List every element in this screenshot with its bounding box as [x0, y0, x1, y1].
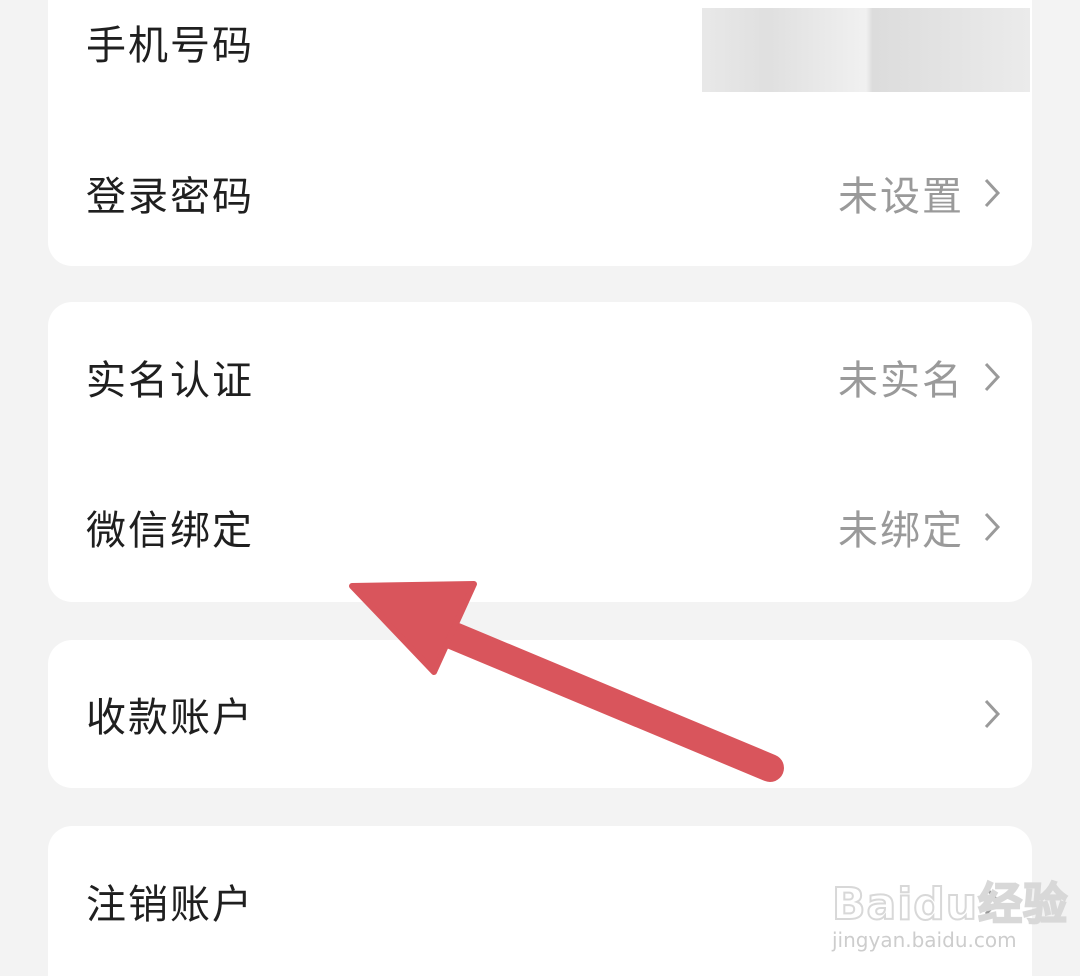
row-label: 登录密码	[86, 174, 254, 220]
row-real-name-verification[interactable]: 实名认证 未实名	[48, 302, 1032, 452]
row-login-password[interactable]: 登录密码 未设置	[48, 118, 1032, 268]
row-wechat-binding[interactable]: 微信绑定 未绑定	[48, 452, 1032, 602]
chevron-right-icon	[984, 178, 1001, 208]
row-label: 注销账户	[86, 882, 254, 928]
row-label: 实名认证	[86, 358, 254, 404]
account-group-4: 注销账户	[48, 826, 1032, 976]
row-cancel-account[interactable]: 注销账户	[48, 826, 1032, 976]
masked-phone-value	[702, 8, 1030, 92]
chevron-right-icon	[984, 699, 1001, 729]
account-group-2: 实名认证 未实名 微信绑定 未绑定	[48, 302, 1032, 602]
row-payment-account[interactable]: 收款账户	[48, 640, 1032, 788]
row-label: 微信绑定	[86, 508, 254, 554]
row-value: 未实名	[838, 358, 964, 404]
account-group-3: 收款账户	[48, 640, 1032, 788]
row-label: 收款账户	[86, 695, 254, 741]
row-value: 未设置	[838, 174, 964, 220]
row-label: 手机号码	[86, 23, 254, 69]
chevron-right-icon	[984, 512, 1001, 542]
chevron-right-icon	[984, 362, 1001, 392]
chevron-right-icon	[984, 886, 1001, 916]
row-value: 未绑定	[838, 508, 964, 554]
